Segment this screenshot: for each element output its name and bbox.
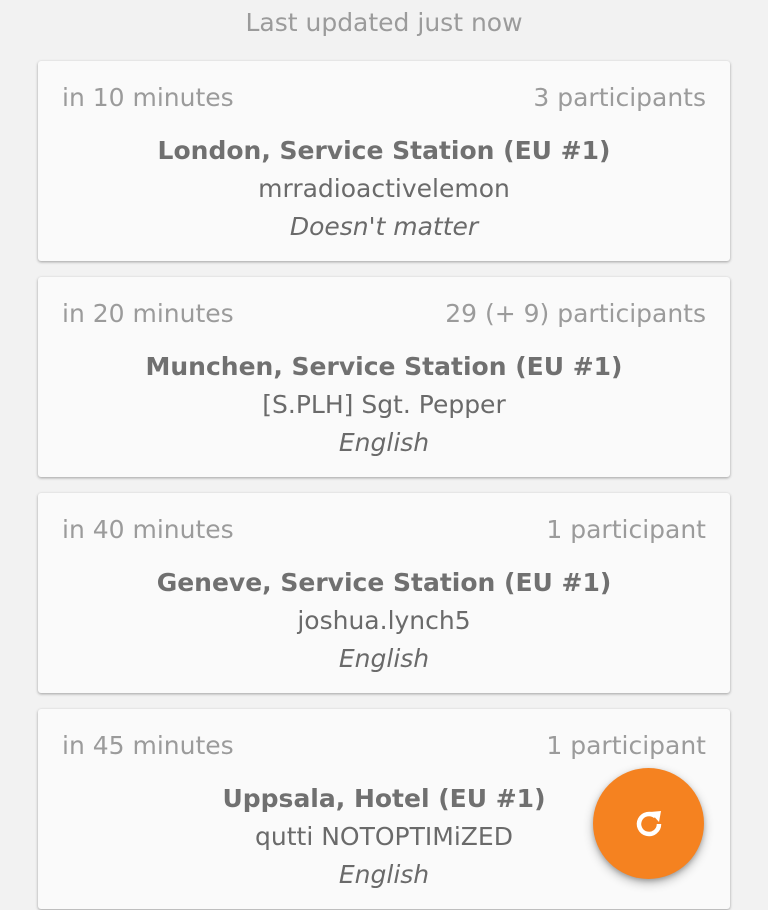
card-top-row: in 40 minutes 1 participant [62,513,706,547]
convoy-location: Geneve, Service Station (EU #1) [156,568,612,597]
refresh-button[interactable] [593,768,704,879]
convoy-card[interactable]: in 40 minutes 1 participant Geneve, Serv… [38,493,730,693]
convoy-card[interactable]: in 10 minutes 3 participants London, Ser… [38,61,730,261]
participant-count: 1 participant [546,515,706,544]
participant-count: 29 (+ 9) participants [445,299,706,328]
convoy-list-screen: Last updated just now in 10 minutes 3 pa… [0,0,768,910]
convoy-time: in 10 minutes [62,83,234,112]
card-top-row: in 20 minutes 29 (+ 9) participants [62,297,706,331]
convoy-host: joshua.lynch5 [297,606,471,635]
convoy-language: Doesn't matter [289,212,479,241]
convoy-host: mrradioactivelemon [258,174,510,203]
convoy-language: English [338,644,430,673]
convoy-card[interactable]: in 20 minutes 29 (+ 9) participants Munc… [38,277,730,477]
convoy-time: in 45 minutes [62,731,234,760]
card-top-row: in 10 minutes 3 participants [62,81,706,115]
convoy-time: in 40 minutes [62,515,234,544]
last-updated-label: Last updated just now [245,8,523,37]
refresh-icon [636,810,661,836]
convoy-time: in 20 minutes [62,299,234,328]
participant-count: 1 participant [546,731,706,760]
participant-count: 3 participants [533,83,706,112]
convoy-host: [S.PLH] Sgt. Pepper [262,390,506,419]
convoy-location: Munchen, Service Station (EU #1) [145,352,623,381]
convoy-language: English [338,428,430,457]
card-top-row: in 45 minutes 1 participant [62,729,706,763]
convoy-location: London, Service Station (EU #1) [157,136,611,165]
